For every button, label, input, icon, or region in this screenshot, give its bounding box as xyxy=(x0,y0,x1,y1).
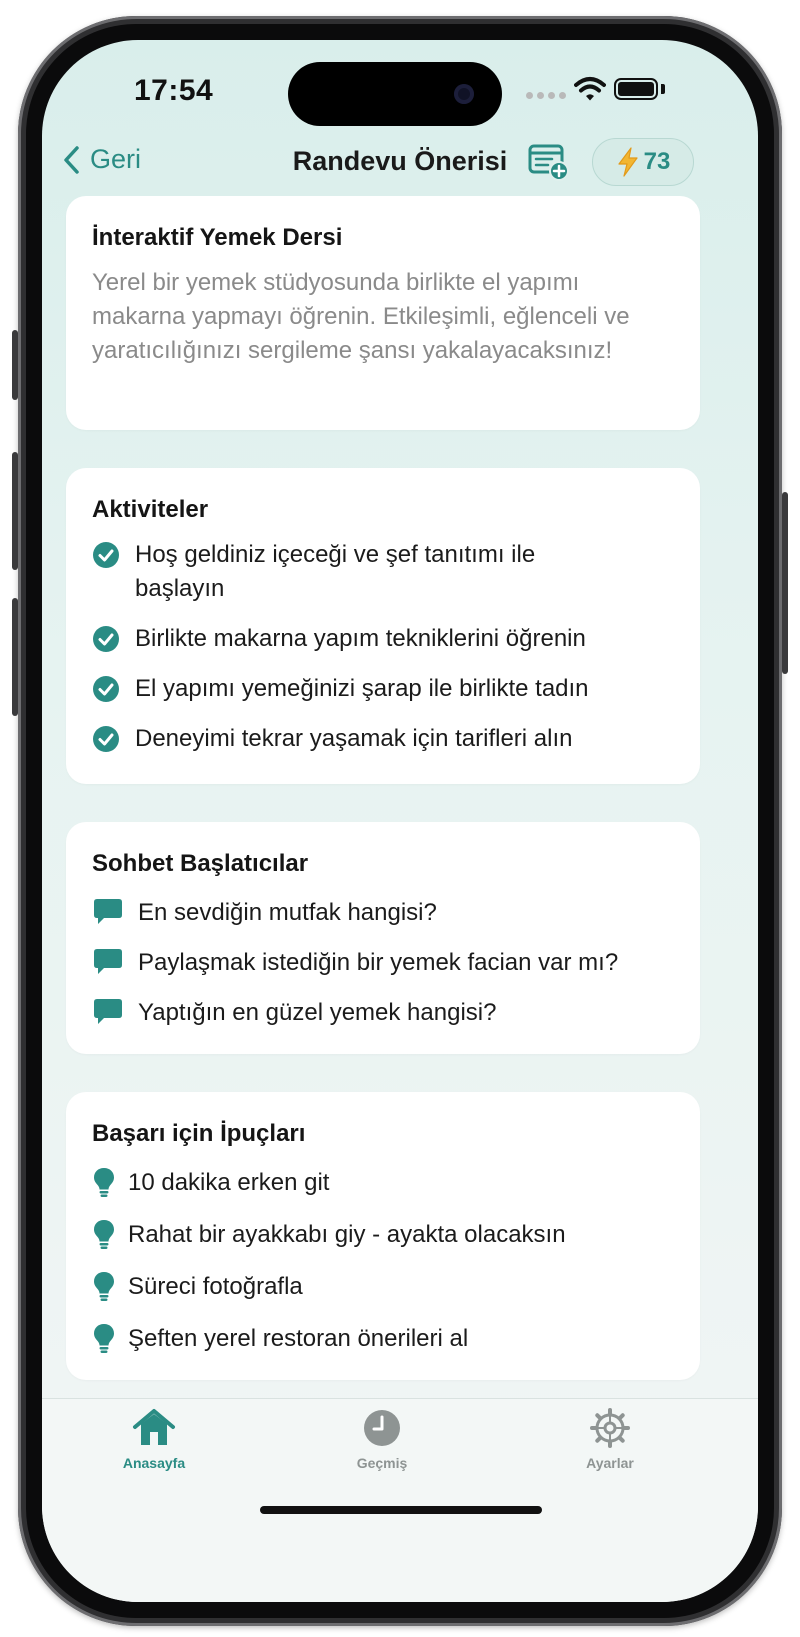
action-button xyxy=(12,330,18,400)
status-time: 17:54 xyxy=(134,74,214,107)
home-icon xyxy=(133,1409,175,1445)
tab-home[interactable]: Anasayfa xyxy=(74,1407,234,1471)
activity-item: El yapımı yemeğinizi şarap ile birlikte … xyxy=(92,672,589,706)
tips-title: Başarı için İpuçları xyxy=(92,1120,306,1147)
tip-text: Süreci fotoğrafla xyxy=(128,1273,303,1300)
tab-home-label: Anasayfa xyxy=(122,1455,186,1471)
chevron-left-icon xyxy=(64,145,79,174)
speech-bubble-icon xyxy=(94,999,122,1024)
tip-item: Süreci fotoğrafla xyxy=(92,1270,303,1304)
front-camera xyxy=(454,84,474,104)
activity-item: Deneyimi tekrar yaşamak için tarifleri a… xyxy=(92,722,572,756)
checkmark-circle-icon xyxy=(93,542,119,568)
credits-count: 73 xyxy=(643,148,671,175)
tip-text: Şeften yerel restoran önerileri al xyxy=(128,1325,469,1352)
activity-text: Deneyimi tekrar yaşamak için tarifleri a… xyxy=(135,725,573,752)
tips-card: Başarı için İpuçları 10 dakika erken git… xyxy=(66,1092,700,1380)
conversation-item: Paylaşmak istediğin bir yemek facian var… xyxy=(92,946,618,980)
activity-item: Hoş geldiniz içeceği ve şef tanıtımı ile… xyxy=(92,538,555,606)
lightning-bolt-icon xyxy=(618,147,638,177)
back-button[interactable]: Geri xyxy=(62,144,141,175)
tab-history-label: Geçmiş xyxy=(356,1455,408,1471)
battery-nub xyxy=(661,84,665,94)
idea-card: İnteraktif Yemek Dersi Yerel bir yemek s… xyxy=(66,196,700,430)
tab-settings[interactable]: Ayarlar xyxy=(530,1407,690,1471)
tip-text: Rahat bir ayakkabı giy - ayakta olacaksı… xyxy=(128,1221,566,1248)
conversation-item: En sevdiğin mutfak hangisi? xyxy=(92,896,437,930)
conversation-text: En sevdiğin mutfak hangisi? xyxy=(138,899,437,926)
lightbulb-icon xyxy=(94,1324,114,1353)
activities-title: Aktiviteler xyxy=(92,496,209,523)
battery-icon xyxy=(614,78,658,100)
home-indicator xyxy=(260,1506,542,1514)
volume-down-button xyxy=(12,598,18,716)
conversation-card: Sohbet Başlatıcılar En sevdiğin mutfak h… xyxy=(66,822,700,1054)
idea-description: Yerel bir yemek stüdyosunda birlikte el … xyxy=(92,269,630,364)
idea-title: İnteraktif Yemek Dersi xyxy=(92,224,343,251)
conversation-item: Yaptığın en güzel yemek hangisi? xyxy=(92,996,496,1030)
activity-text: Birlikte makarna yapım tekniklerini öğre… xyxy=(135,625,586,652)
power-button xyxy=(782,492,788,674)
speech-bubble-icon xyxy=(94,899,122,924)
screen: 17:54 Geri Randevu Önerisi 73 İnteraktif… xyxy=(42,40,758,1602)
tip-text: 10 dakika erken git xyxy=(128,1169,330,1196)
conversation-text: Paylaşmak istediğin bir yemek facian var… xyxy=(138,949,619,976)
add-to-list-icon[interactable] xyxy=(528,142,570,182)
activity-item: Birlikte makarna yapım tekniklerini öğre… xyxy=(92,622,586,656)
activities-card: Aktiviteler Hoş geldiniz içeceği ve şef … xyxy=(66,468,700,784)
checkmark-circle-icon xyxy=(93,676,119,702)
lightbulb-icon xyxy=(94,1220,114,1249)
checkmark-circle-icon xyxy=(93,626,119,652)
cellular-signal-icon xyxy=(526,92,566,99)
dynamic-island xyxy=(288,62,502,126)
tab-bar: Anasayfa Geçmiş Ayarlar xyxy=(42,1398,758,1602)
activity-text: Hoş geldiniz içeceği ve şef tanıtımı ile… xyxy=(135,541,536,602)
gear-icon xyxy=(590,1408,630,1448)
lightbulb-icon xyxy=(94,1168,114,1197)
tip-item: Şeften yerel restoran önerileri al xyxy=(92,1322,468,1356)
tab-history[interactable]: Geçmiş xyxy=(302,1407,462,1471)
conversation-text: Yaptığın en güzel yemek hangisi? xyxy=(138,999,497,1026)
wifi-icon xyxy=(574,77,606,101)
tip-item: Rahat bir ayakkabı giy - ayakta olacaksı… xyxy=(92,1218,566,1252)
volume-up-button xyxy=(12,452,18,570)
conversation-title: Sohbet Başlatıcılar xyxy=(92,850,309,877)
tip-item: 10 dakika erken git xyxy=(92,1166,329,1200)
checkmark-circle-icon xyxy=(93,726,119,752)
speech-bubble-icon xyxy=(94,949,122,974)
clock-icon xyxy=(364,1410,400,1446)
tab-settings-label: Ayarlar xyxy=(586,1455,634,1471)
lightbulb-icon xyxy=(94,1272,114,1301)
credits-badge[interactable]: 73 xyxy=(592,138,694,186)
activity-text: El yapımı yemeğinizi şarap ile birlikte … xyxy=(135,675,589,702)
back-label: Geri xyxy=(90,144,142,174)
